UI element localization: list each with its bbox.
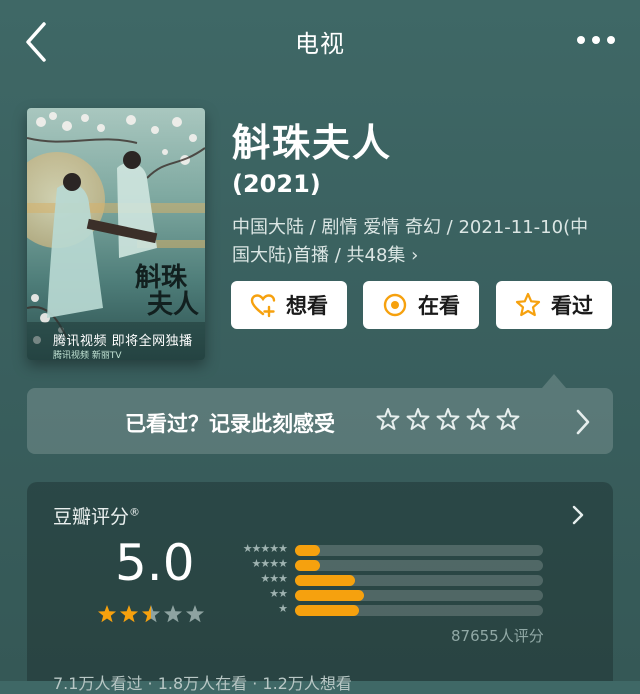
- more-button[interactable]: [574, 26, 618, 54]
- top-bar: 电视: [0, 0, 640, 84]
- distribution-bar: [295, 575, 355, 586]
- distribution-bar: [295, 560, 320, 571]
- score-star-3: [141, 605, 161, 623]
- distribution-star-label: ★★★★: [251, 557, 288, 570]
- douban-rating-card[interactable]: 豆瓣评分® 5.0 ★★★★★ ★★★★ ★★★ ★★ ★ 87655人评分 7.1万人…: [27, 482, 613, 693]
- score-star-1: [97, 605, 117, 623]
- registered-mark: ®: [129, 505, 141, 519]
- score-stars: [97, 604, 205, 624]
- watched-button[interactable]: 看过: [496, 281, 612, 329]
- chevron-right-icon: [576, 409, 590, 435]
- distribution-star-label: ★★★★★: [242, 542, 288, 555]
- rating-count: 87655人评分: [451, 627, 544, 645]
- record-caret: [542, 374, 566, 388]
- star-outline-icon: [515, 292, 541, 317]
- distribution-star-label: ★: [278, 602, 288, 615]
- distribution-bar: [295, 605, 360, 616]
- watched-label: 看过: [551, 294, 593, 318]
- meta-line-2: 国大陆)首播 / 共48集 ›: [232, 245, 419, 266]
- distribution-track: [295, 545, 543, 556]
- rate-star-2[interactable]: [405, 406, 431, 432]
- show-meta[interactable]: 中国大陆 / 剧情 爱情 奇幻 / 2021-11-10(中 国大陆)首播 / …: [232, 214, 617, 270]
- svg-text:斛珠: 斛珠: [135, 263, 188, 293]
- score-star-4: [163, 605, 183, 623]
- poster-caption: 腾讯视频 即将全网独播: [53, 334, 193, 349]
- record-star-rating[interactable]: [375, 406, 521, 432]
- show-title: 斛珠夫人: [232, 121, 393, 165]
- svg-text:夫人: 夫人: [147, 290, 199, 320]
- distribution-track: [295, 575, 543, 586]
- distribution-track: [295, 605, 543, 616]
- poster-artwork: 斛珠 夫人: [27, 108, 205, 360]
- show-year: (2021): [232, 170, 321, 198]
- poster-image[interactable]: 斛珠 夫人 腾讯视频 即将全网独播 腾讯视频 新丽TV: [27, 108, 205, 360]
- heart-plus-icon: [250, 294, 276, 318]
- rate-star-3[interactable]: [435, 406, 461, 432]
- meta-line-1: 中国大陆 / 剧情 爱情 奇幻 / 2021-11-10(中: [232, 217, 589, 238]
- score-star-5: [185, 605, 205, 623]
- watching-button[interactable]: 在看: [363, 281, 479, 329]
- rating-score: 5.0: [115, 534, 195, 592]
- distribution-bar: [295, 545, 320, 556]
- more-dots-icon: [577, 36, 615, 44]
- rate-star-5[interactable]: [495, 406, 521, 432]
- want-label: 想看: [286, 294, 328, 318]
- watching-label: 在看: [418, 294, 460, 318]
- distribution-track: [295, 590, 543, 601]
- record-prompt: 已看过？记录此刻感受: [125, 412, 335, 436]
- watch-stats-summary: 7.1万人看过 · 1.8万人在看 · 1.2万人想看: [53, 674, 352, 693]
- rate-star-4[interactable]: [465, 406, 491, 432]
- poster-logos: 腾讯视频 新丽TV: [53, 351, 122, 360]
- distribution-row: ★: [217, 602, 547, 620]
- distribution-star-label: ★★★: [260, 572, 288, 585]
- rate-star-1[interactable]: [375, 406, 401, 432]
- record-feeling-bar[interactable]: 已看过？记录此刻感受: [27, 388, 613, 454]
- page-title: 电视: [295, 30, 345, 58]
- distribution-star-label: ★★: [269, 587, 288, 600]
- watching-circle-icon: [383, 293, 407, 317]
- distribution-bar: [295, 590, 365, 601]
- rating-label: 豆瓣评分®: [53, 502, 140, 529]
- distribution-track: [295, 560, 543, 571]
- want-to-watch-button[interactable]: 想看: [231, 281, 347, 329]
- rating-label-text: 豆瓣评分: [53, 506, 130, 528]
- chevron-right-icon: [572, 505, 584, 525]
- score-star-2: [119, 605, 139, 623]
